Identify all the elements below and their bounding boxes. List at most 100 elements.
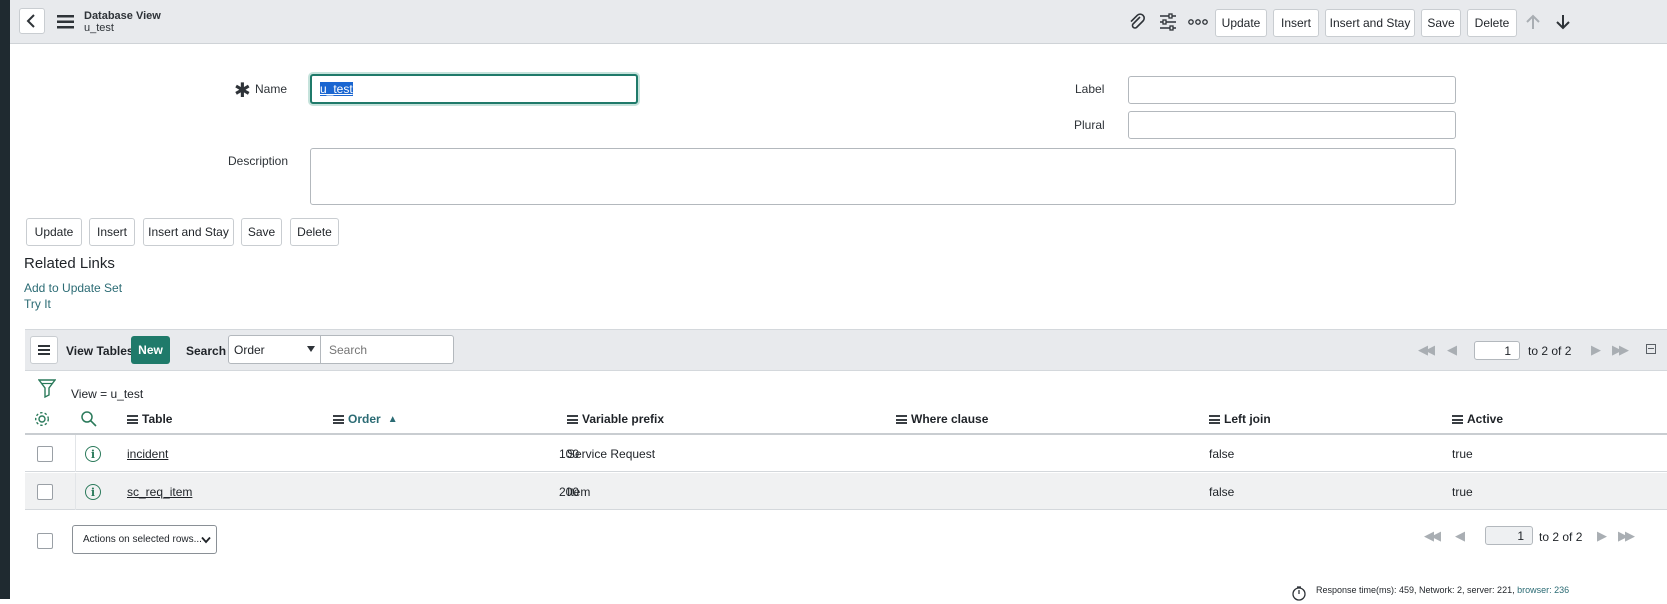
column-search-icon[interactable] [80, 410, 98, 431]
search-input[interactable] [320, 335, 454, 364]
actions-select[interactable]: Actions on selected rows... [72, 525, 217, 554]
name-field-label: Name [255, 82, 288, 96]
dropdown-caret-icon [307, 346, 315, 352]
page-title: Database View [84, 10, 161, 22]
row-select-checkbox[interactable] [37, 484, 53, 500]
header-save-button[interactable]: Save [1421, 9, 1461, 37]
search-field-value: Order [234, 343, 265, 357]
column-header-left-join-label: Left join [1224, 412, 1271, 426]
column-header-order-label: Order [348, 412, 381, 426]
column-header-active[interactable]: Active [1452, 412, 1503, 426]
add-to-update-set-link[interactable]: Add to Update Set [24, 281, 122, 295]
header-insert-and-stay-button[interactable]: Insert and Stay [1325, 9, 1415, 37]
select-all-checkbox[interactable] [37, 533, 53, 549]
filter-breadcrumb[interactable]: View = u_test [71, 387, 143, 401]
row-info-icon[interactable]: i [85, 484, 101, 500]
new-button[interactable]: New [131, 336, 170, 364]
footer-next-page-icon[interactable]: ▶ [1597, 528, 1607, 544]
column-menu-icon[interactable] [567, 414, 578, 424]
description-field-label: Description [228, 154, 289, 168]
cell-active: true [1452, 485, 1473, 499]
column-header-active-label: Active [1467, 412, 1504, 426]
footer-previous-page-icon[interactable]: ◀ [1455, 528, 1465, 544]
column-header-table-label: Table [142, 412, 173, 426]
response-time-icon[interactable] [1291, 585, 1307, 604]
next-record-icon[interactable] [1553, 12, 1573, 35]
response-time-stats: Response time(ms): 459, Network: 2, serv… [1316, 585, 1515, 595]
update-button[interactable]: Update [26, 218, 82, 246]
page-subtitle: u_test [84, 22, 114, 34]
insert-and-stay-button[interactable]: Insert and Stay [143, 218, 234, 246]
table-row: i incident 100 Service Request false tru… [25, 435, 1667, 472]
back-button[interactable] [19, 8, 45, 34]
row-divider [75, 435, 76, 472]
header-update-button[interactable]: Update [1215, 9, 1267, 37]
name-input[interactable]: u_test [310, 74, 638, 104]
column-header-variable-prefix-label: Variable prefix [582, 412, 665, 426]
previous-record-icon[interactable] [1523, 12, 1543, 35]
column-header-left-join[interactable]: Left join [1209, 412, 1271, 426]
related-links-heading: Related Links [24, 255, 115, 272]
previous-page-icon[interactable]: ◀ [1447, 342, 1457, 358]
first-page-icon[interactable]: ◀◀ [1418, 342, 1435, 358]
column-menu-icon[interactable] [127, 414, 138, 424]
label-field-label: Label [1075, 82, 1105, 96]
list-title: View Tables [66, 344, 134, 358]
cell-table-link[interactable]: sc_req_item [127, 485, 192, 499]
mandatory-asterisk-icon: ✱ [234, 80, 251, 102]
cell-variable-prefix: Service Request [567, 447, 656, 461]
cell-left-join: false [1209, 447, 1235, 461]
row-select-checkbox[interactable] [37, 446, 53, 462]
more-options-icon[interactable] [1188, 14, 1208, 33]
save-button[interactable]: Save [241, 218, 282, 246]
insert-button[interactable]: Insert [89, 218, 135, 246]
actions-select-value: Actions on selected rows... [83, 534, 202, 545]
form-header: Database View u_test Update Insert Inser… [10, 0, 1667, 44]
footer-first-page-icon[interactable]: ◀◀ [1424, 528, 1441, 544]
try-it-link[interactable]: Try It [24, 297, 51, 311]
column-menu-icon[interactable] [1209, 414, 1220, 424]
cell-variable-prefix: Item [567, 485, 591, 499]
description-textarea[interactable] [310, 148, 1456, 205]
search-field-select[interactable]: Order [228, 335, 321, 364]
table-row: i sc_req_item 200 Item false true [25, 473, 1667, 510]
personalize-sliders-icon[interactable] [1158, 12, 1178, 35]
list-settings-gear-icon[interactable] [33, 410, 51, 431]
column-header-where-clause[interactable]: Where clause [896, 412, 988, 426]
column-menu-icon[interactable] [1452, 414, 1463, 424]
sort-ascending-icon: ▲ [387, 413, 398, 425]
next-page-icon[interactable]: ▶ [1591, 342, 1601, 358]
context-menu-icon[interactable] [57, 15, 74, 29]
delete-button[interactable]: Delete [290, 218, 339, 246]
label-input[interactable] [1128, 76, 1456, 104]
paperclip-icon[interactable] [1127, 12, 1147, 35]
last-page-icon[interactable]: ▶▶ [1612, 342, 1629, 358]
cell-table-link[interactable]: incident [127, 447, 168, 461]
column-menu-icon[interactable] [333, 414, 344, 424]
header-insert-button[interactable]: Insert [1273, 9, 1319, 37]
chevron-down-icon [201, 536, 211, 544]
cell-active: true [1452, 447, 1473, 461]
browser-time-link[interactable]: browser: 236 [1517, 585, 1569, 595]
left-edge-bar [0, 0, 10, 599]
footer-page-number-input[interactable]: 1 [1485, 526, 1533, 545]
column-header-table[interactable]: Table [127, 412, 172, 426]
page-number-input[interactable]: 1 [1474, 341, 1520, 360]
cell-left-join: false [1209, 485, 1235, 499]
row-info-icon[interactable]: i [85, 446, 101, 462]
related-list-toolbar: View Tables New Search Order ◀◀ ◀ 1 to 2… [25, 329, 1667, 371]
list-context-menu-button[interactable] [30, 336, 58, 364]
filter-funnel-icon[interactable] [37, 378, 57, 401]
column-header-variable-prefix[interactable]: Variable prefix [567, 412, 664, 426]
plural-input[interactable] [1128, 111, 1456, 139]
column-menu-icon[interactable] [896, 414, 907, 424]
column-header-where-clause-label: Where clause [911, 412, 989, 426]
header-delete-button[interactable]: Delete [1467, 9, 1517, 37]
search-label: Search [186, 344, 227, 358]
column-header-order[interactable]: Order ▲ [333, 412, 398, 426]
chevron-left-icon [26, 14, 35, 28]
row-divider [75, 473, 76, 510]
footer-last-page-icon[interactable]: ▶▶ [1618, 528, 1635, 544]
footer-page-range-text: to 2 of 2 [1539, 530, 1583, 544]
collapse-list-icon[interactable] [1646, 344, 1656, 354]
